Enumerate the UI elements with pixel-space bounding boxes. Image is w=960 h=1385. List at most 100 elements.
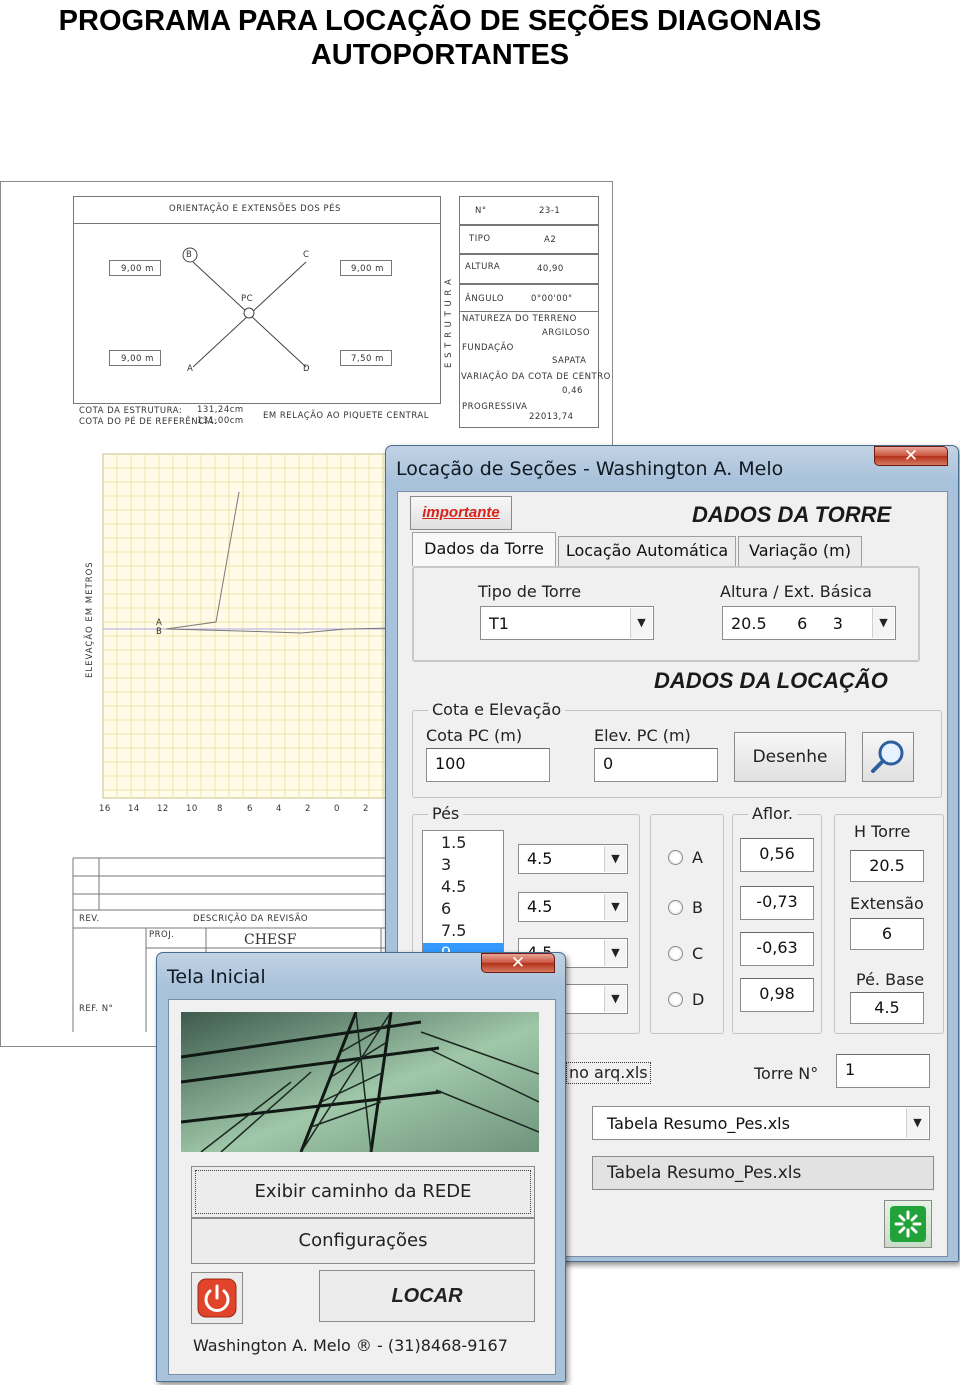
chevron-down-icon[interactable]: ▼ xyxy=(872,608,894,638)
info-altura-label: ALTURA xyxy=(465,262,501,272)
em-relacao-label: EM RELAÇÃO AO PIQUETE CENTRAL xyxy=(263,411,429,421)
x-tick: 2 xyxy=(305,804,311,814)
aflor-d-input[interactable]: 0,98 xyxy=(740,978,814,1012)
aflor-a-input[interactable]: 0,56 xyxy=(740,838,814,872)
splash-window-client: Exibir caminho da REDE Configurações LOC… xyxy=(168,999,556,1375)
altura-value: 20.5 6 3 xyxy=(731,614,843,633)
info-tipo-value: A2 xyxy=(544,235,557,245)
pe-b-select[interactable]: 4.5 ▼ xyxy=(518,892,628,922)
list-item[interactable]: 7.5 xyxy=(441,921,466,940)
magnifier-icon xyxy=(871,740,904,773)
splash-window[interactable]: Tela Inicial ✕ Exibir caminho da REDE Co… xyxy=(156,952,566,1382)
info-progressiva-label: PROGRESSIVA xyxy=(462,402,528,412)
info-angulo-label: ÂNGULO xyxy=(465,294,505,304)
aflor-c-input[interactable]: -0,63 xyxy=(740,932,814,966)
tab-dados-torre[interactable]: Dados da Torre xyxy=(412,532,556,566)
point-d: D xyxy=(303,364,311,374)
tabela-select[interactable]: Tabela Resumo_Pes.xls ▼ xyxy=(592,1106,930,1140)
radio-b[interactable] xyxy=(668,900,683,915)
leg-d-extension: 7,50 m xyxy=(351,354,384,364)
info-natureza-value: ARGILOSO xyxy=(542,328,591,338)
transmission-tower-image xyxy=(181,1012,539,1152)
extensao-label: Extensão xyxy=(850,894,924,913)
exibir-caminho-button[interactable]: Exibir caminho da REDE xyxy=(191,1166,535,1218)
point-c: C xyxy=(303,250,310,260)
chevron-down-icon[interactable]: ▼ xyxy=(604,986,626,1012)
header-dados-torre: DADOS DA TORRE xyxy=(692,502,892,527)
aflor-label: Aflor. xyxy=(748,804,798,823)
info-n-value: 23-1 xyxy=(539,206,561,216)
info-tipo-label: TIPO xyxy=(469,234,491,244)
chevron-down-icon[interactable]: ▼ xyxy=(630,608,652,638)
x-tick: 14 xyxy=(128,804,140,814)
refresh-button[interactable] xyxy=(884,1200,932,1248)
radio-b-label: B xyxy=(692,898,703,917)
list-item[interactable]: 6 xyxy=(441,899,451,918)
cota-estrutura-label: COTA DA ESTRUTURA: xyxy=(79,406,183,416)
h-torre-input[interactable]: 20.5 xyxy=(850,850,924,882)
x-tick: 2 xyxy=(363,804,369,814)
power-button[interactable] xyxy=(191,1272,243,1324)
x-tick: 0 xyxy=(334,804,340,814)
main-window-close-button[interactable]: ✕ xyxy=(874,446,948,466)
desenhe-button[interactable]: Desenhe xyxy=(734,732,846,782)
importante-button[interactable]: importante xyxy=(410,496,512,530)
chevron-down-icon[interactable]: ▼ xyxy=(604,846,626,872)
radio-a-label: A xyxy=(692,848,703,867)
x-tick: 12 xyxy=(157,804,169,814)
company-name: CHESF xyxy=(244,932,297,948)
tipo-torre-value: T1 xyxy=(489,614,509,633)
info-angulo-value: 0°00'00" xyxy=(531,294,573,304)
leg-b-extension: 9,00 m xyxy=(121,264,154,274)
list-item[interactable]: 3 xyxy=(441,855,451,874)
rev-label: REV. xyxy=(79,914,100,924)
power-icon xyxy=(197,1278,237,1318)
tab-variacao[interactable]: Variação (m) xyxy=(738,536,862,566)
tipo-torre-label: Tipo de Torre xyxy=(478,582,582,601)
radio-d[interactable] xyxy=(668,992,683,1007)
extensao-input[interactable]: 6 xyxy=(850,918,924,950)
zoom-button[interactable] xyxy=(862,732,914,782)
radio-c[interactable] xyxy=(668,946,683,961)
altura-select[interactable]: 20.5 6 3 ▼ xyxy=(722,606,896,640)
cota-estrutura-value: 131,24cm xyxy=(197,405,244,415)
cota-pc-input[interactable]: 100 xyxy=(426,748,550,782)
page-title-line1: PROGRAMA PARA LOCAÇÃO DE SEÇÕES DIAGONAI… xyxy=(58,5,822,37)
info-fundacao-label: FUNDAÇÃO xyxy=(462,343,514,353)
radio-a[interactable] xyxy=(668,850,683,865)
locar-button[interactable]: LOCAR xyxy=(319,1270,535,1322)
info-natureza-label: NATUREZA DO TERRENO xyxy=(462,314,577,324)
chevron-down-icon[interactable]: ▼ xyxy=(604,940,626,966)
torre-n-label: Torre N° xyxy=(754,1064,819,1083)
tipo-torre-select[interactable]: T1 ▼ xyxy=(480,606,654,640)
footer-credit: Washington A. Melo ® - (31)8468-9167 xyxy=(193,1336,508,1355)
list-item[interactable]: 1.5 xyxy=(441,833,466,852)
profile-point-b: B xyxy=(156,627,163,637)
page-title: PROGRAMA PARA LOCAÇÃO DE SEÇÕES DIAGONAI… xyxy=(0,4,880,72)
leg-a-extension: 9,00 m xyxy=(121,354,154,364)
configuracoes-button[interactable]: Configurações xyxy=(191,1218,535,1264)
radio-d-label: D xyxy=(692,990,705,1009)
altura-label: Altura / Ext. Básica xyxy=(720,582,872,601)
point-pc: PC xyxy=(241,294,254,304)
tab-locacao-automatica[interactable]: Locação Automática xyxy=(558,536,736,566)
info-fundacao-value: SAPATA xyxy=(552,356,587,366)
aflor-b-input[interactable]: -0,73 xyxy=(740,886,814,920)
pe-a-select[interactable]: 4.5 ▼ xyxy=(518,844,628,874)
list-item[interactable]: 4.5 xyxy=(441,877,466,896)
page-title-line2: AUTOPORTANTES xyxy=(310,39,570,71)
elev-pc-input[interactable]: 0 xyxy=(594,748,718,782)
pe-base-input[interactable]: 4.5 xyxy=(850,992,924,1024)
point-a: A xyxy=(187,364,194,374)
leg-c-extension: 9,00 m xyxy=(351,264,384,274)
chevron-down-icon[interactable]: ▼ xyxy=(906,1108,928,1138)
elev-pc-label: Elev. PC (m) xyxy=(594,726,691,745)
estrutura-vertical-label: E S T R U T U R A xyxy=(444,278,454,368)
tabela-resumo-button[interactable]: Tabela Resumo_Pes.xls xyxy=(592,1156,934,1190)
cota-elevacao-label: Cota e Elevação xyxy=(428,700,566,719)
cota-pe-value: 131,00cm xyxy=(197,416,244,426)
splash-window-close-button[interactable]: ✕ xyxy=(481,953,555,973)
torre-n-input[interactable]: 1 xyxy=(836,1054,930,1088)
info-progressiva-value: 22013,74 xyxy=(529,412,574,422)
chevron-down-icon[interactable]: ▼ xyxy=(604,894,626,920)
